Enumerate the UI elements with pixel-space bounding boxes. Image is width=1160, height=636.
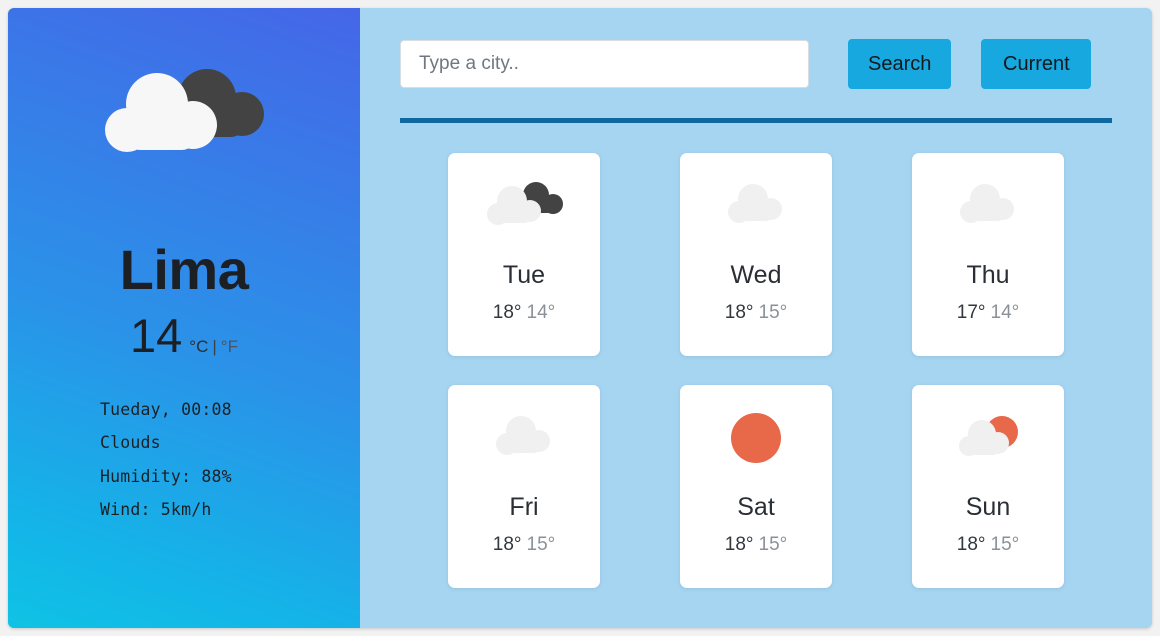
section-divider xyxy=(400,118,1112,123)
detail-condition: Clouds xyxy=(100,433,161,453)
clouds-overcast-icon xyxy=(89,60,279,170)
forecast-day: Fri xyxy=(509,493,539,521)
forecast-high: 18° xyxy=(492,302,522,323)
search-button[interactable]: Search xyxy=(848,39,952,89)
unit-separator: | xyxy=(212,337,217,356)
detail-wind: Wind: 5km/h xyxy=(100,499,212,519)
cloud-icon xyxy=(945,177,1031,243)
forecast-day: Wed xyxy=(730,261,782,289)
forecast-low: 15° xyxy=(758,302,788,323)
sun-icon xyxy=(713,409,799,475)
forecast-day: Sat xyxy=(737,493,775,521)
forecast-panel: Search Current xyxy=(360,8,1152,628)
forecast-temps: 17° 14° xyxy=(957,303,1019,322)
cloud-icon xyxy=(713,177,799,243)
forecast-temps: 18° 15° xyxy=(725,535,787,554)
unit-toggle[interactable]: °C | °F xyxy=(189,338,238,355)
search-bar: Search Current xyxy=(400,8,1112,89)
forecast-card[interactable]: Tue 18° 14° xyxy=(448,153,600,356)
current-temperature-row: 14 °C | °F xyxy=(130,312,238,359)
forecast-grid: Tue 18° 14° Wed 18° 15° Thu 17° 14° Fri … xyxy=(400,153,1112,588)
city-name: Lima xyxy=(119,238,249,301)
forecast-card[interactable]: Sat 18° 15° xyxy=(680,385,832,588)
forecast-temps: 18° 15° xyxy=(725,303,787,322)
current-details: Tueday, 00:08 Clouds Humidity: 88% Wind:… xyxy=(8,393,360,526)
forecast-temps: 18° 15° xyxy=(957,535,1019,554)
forecast-low: 15° xyxy=(990,534,1020,555)
detail-humidity: Humidity: 88% xyxy=(100,466,232,486)
forecast-high: 18° xyxy=(956,534,986,555)
forecast-high: 17° xyxy=(956,302,986,323)
current-temperature-value: 14 xyxy=(130,309,183,362)
forecast-low: 15° xyxy=(526,534,556,555)
clouds-overcast-icon xyxy=(481,177,567,243)
forecast-high: 18° xyxy=(724,534,754,555)
current-weather-panel: Lima 14 °C | °F Tueday, 00:08 Clouds Hum… xyxy=(8,8,360,628)
forecast-high: 18° xyxy=(492,534,522,555)
forecast-low: 14° xyxy=(990,302,1020,323)
unit-fahrenheit-button[interactable]: °F xyxy=(221,338,238,355)
forecast-temps: 18° 14° xyxy=(493,303,555,322)
forecast-card[interactable]: Fri 18° 15° xyxy=(448,385,600,588)
weather-app: Lima 14 °C | °F Tueday, 00:08 Clouds Hum… xyxy=(8,8,1152,628)
forecast-card[interactable]: Sun 18° 15° xyxy=(912,385,1064,588)
forecast-high: 18° xyxy=(724,302,754,323)
forecast-day: Sun xyxy=(965,493,1011,521)
cloud-icon xyxy=(481,409,567,475)
forecast-low: 14° xyxy=(526,302,556,323)
sun-behind-cloud-icon xyxy=(945,409,1031,475)
forecast-card[interactable]: Wed 18° 15° xyxy=(680,153,832,356)
forecast-card[interactable]: Thu 17° 14° xyxy=(912,153,1064,356)
forecast-day: Thu xyxy=(966,261,1010,289)
forecast-low: 15° xyxy=(758,534,788,555)
unit-celsius-button[interactable]: °C xyxy=(189,338,208,355)
search-input[interactable] xyxy=(400,40,809,88)
current-location-button[interactable]: Current xyxy=(981,39,1092,89)
forecast-temps: 18° 15° xyxy=(493,535,555,554)
forecast-day: Tue xyxy=(502,261,546,289)
detail-datetime: Tueday, 00:08 xyxy=(100,400,232,419)
